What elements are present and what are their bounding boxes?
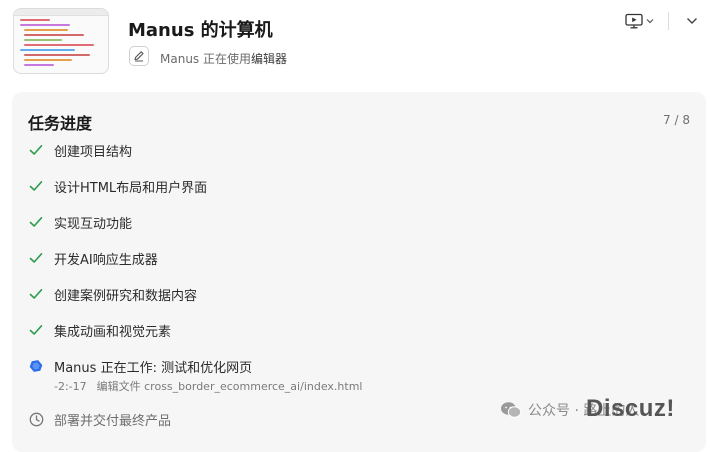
check-icon: [29, 145, 43, 155]
active-task-time: -2:-17: [54, 380, 87, 393]
check-icon: [29, 217, 43, 227]
task-label: 实现互动功能: [54, 216, 133, 232]
chevron-down-icon: [646, 19, 653, 24]
editor-tool-badge: [129, 46, 149, 66]
status-tool-name: 编辑器: [251, 52, 288, 66]
check-icon: [29, 253, 43, 263]
task-label: 创建案例研究和数据内容: [54, 288, 198, 304]
task-item-active: Manus 正在工作: 测试和优化网页: [28, 356, 252, 376]
preview-window-bar: [14, 9, 108, 16]
clock-icon: [29, 412, 43, 426]
task-progress-count: 7 / 8: [663, 113, 690, 127]
page-title: Manus 的计算机: [128, 20, 273, 41]
task-label: 创建项目结构: [54, 144, 133, 160]
view-mode-button[interactable]: [622, 9, 656, 33]
tool-status: Manus 正在使用编辑器: [160, 50, 287, 67]
screen-play-icon: [624, 13, 643, 29]
pen-edit-icon: [134, 51, 144, 62]
task-item: 设计HTML布局和用户界面: [28, 176, 207, 196]
collapse-button[interactable]: [682, 9, 702, 33]
task-item: 实现互动功能: [28, 212, 132, 232]
task-label: 部署并交付最终产品: [54, 413, 172, 429]
computer-preview-thumbnail[interactable]: [13, 8, 109, 74]
active-task-detail: -2:-17 编辑文件 cross_border_ecommerce_ai/ind…: [54, 378, 362, 394]
task-label: 集成动画和视觉元素: [54, 324, 172, 340]
task-item: 开发AI响应生成器: [28, 248, 158, 268]
task-label: Manus 正在工作: 测试和优化网页: [54, 360, 253, 376]
task-item: 创建项目结构: [28, 140, 132, 160]
check-icon: [29, 289, 43, 299]
task-label: 设计HTML布局和用户界面: [54, 180, 208, 196]
task-item: 创建案例研究和数据内容: [28, 284, 197, 304]
check-icon: [29, 181, 43, 191]
active-task-action: 编辑文件 cross_border_ecommerce_ai/index.htm…: [96, 380, 363, 393]
task-item: 集成动画和视觉元素: [28, 320, 171, 340]
task-item-pending: 部署并交付最终产品: [28, 409, 171, 429]
check-icon: [29, 325, 43, 335]
watermark-brand: Discuz!: [586, 395, 675, 422]
task-progress-title: 任务进度: [28, 114, 93, 133]
task-label: 开发AI响应生成器: [54, 252, 158, 268]
watermark: 公众号 · 路上的人 Discuz!: [500, 395, 674, 422]
header-divider: [668, 12, 669, 30]
working-spinner-icon: [29, 360, 43, 372]
chevron-down-icon: [687, 18, 697, 24]
status-prefix: Manus 正在使用: [160, 52, 251, 66]
wechat-icon: [501, 402, 522, 418]
